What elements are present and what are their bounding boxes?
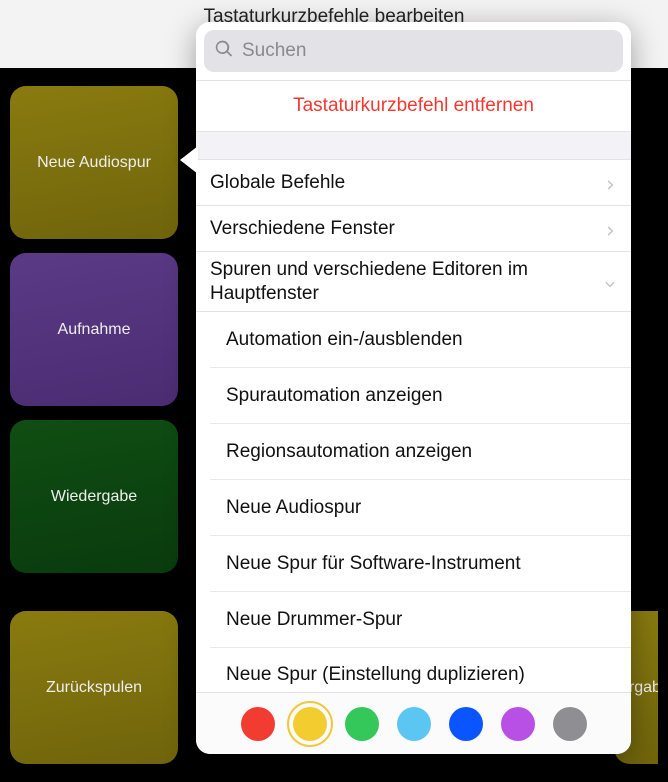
command-label: Neue Spur für Software-Instrument — [226, 553, 521, 575]
command-item[interactable]: Regionsautomation anzeigen — [210, 424, 631, 480]
color-purple[interactable] — [501, 707, 535, 741]
search-icon — [214, 39, 234, 64]
color-gray[interactable] — [553, 707, 587, 741]
command-label: Neue Drummer-Spur — [226, 609, 402, 631]
category-verschiedene-fenster[interactable]: Verschiedene Fenster — [196, 206, 631, 252]
tile-label: Wiedergabe — [51, 488, 137, 506]
tile-zurueckspulen[interactable]: Zurückspulen — [10, 611, 178, 764]
command-label: Regionsautomation anzeigen — [226, 441, 472, 463]
category-globale-befehle[interactable]: Globale Befehle — [196, 160, 631, 206]
category-spuren-editoren[interactable]: Spuren und verschiedene Editoren im Haup… — [196, 252, 631, 312]
command-item[interactable]: Neue Audiospur — [210, 480, 631, 536]
search-input[interactable]: Suchen — [204, 30, 623, 72]
color-yellow[interactable] — [293, 707, 327, 741]
color-green[interactable] — [345, 707, 379, 741]
color-blue[interactable] — [449, 707, 483, 741]
command-list: Automation ein-/ausblenden Spurautomatio… — [196, 312, 631, 692]
remove-label: Tastaturkurzbefehl entfernen — [293, 95, 534, 117]
tile-neue-audiospur[interactable]: Neue Audiospur — [10, 86, 178, 239]
command-item[interactable]: Neue Spur für Software-Instrument — [210, 536, 631, 592]
tile-wiedergabe[interactable]: Wiedergabe — [10, 420, 178, 573]
color-picker — [196, 692, 631, 754]
command-label: Neue Spur (Einstellung duplizieren) — [226, 664, 525, 686]
color-red[interactable] — [241, 707, 275, 741]
chevron-right-icon — [603, 176, 617, 190]
search-placeholder: Suchen — [242, 40, 306, 62]
category-label: Globale Befehle — [210, 171, 603, 195]
chevron-down-icon — [603, 275, 617, 289]
shortcut-popover: Suchen Tastaturkurzbefehl entfernen Glob… — [196, 22, 631, 754]
popover-arrow — [180, 146, 198, 174]
command-label: Spurautomation anzeigen — [226, 385, 443, 407]
command-item[interactable]: Spurautomation anzeigen — [210, 368, 631, 424]
category-label: Verschiedene Fenster — [210, 217, 603, 241]
command-label: Automation ein-/ausblenden — [226, 329, 463, 351]
command-item[interactable]: Automation ein-/ausblenden — [210, 312, 631, 368]
remove-shortcut-button[interactable]: Tastaturkurzbefehl entfernen — [196, 80, 631, 132]
chevron-right-icon — [603, 222, 617, 236]
command-label: Neue Audiospur — [226, 497, 361, 519]
command-item[interactable]: Neue Drummer-Spur — [210, 592, 631, 648]
search-wrap: Suchen — [196, 22, 631, 80]
tile-label: Aufnahme — [58, 321, 131, 339]
color-lightblue[interactable] — [397, 707, 431, 741]
tile-label: Zurückspulen — [46, 679, 142, 697]
command-item[interactable]: Neue Spur (Einstellung duplizieren) — [210, 648, 631, 692]
section-gap — [196, 132, 631, 160]
category-label: Spuren und verschiedene Editoren im Haup… — [210, 258, 603, 306]
tile-label: Neue Audiospur — [37, 154, 151, 172]
tile-aufnahme[interactable]: Aufnahme — [10, 253, 178, 406]
